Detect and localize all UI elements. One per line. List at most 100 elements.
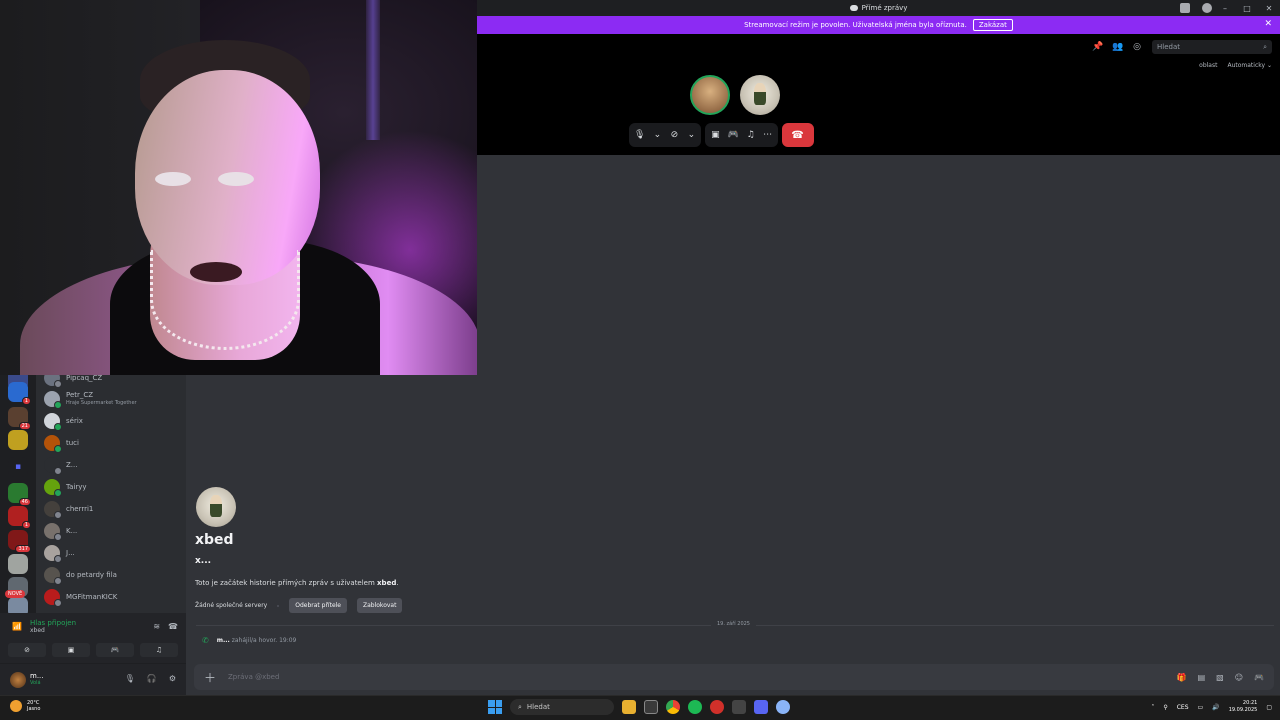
user-status: Volá [30, 680, 41, 686]
dm-item[interactable]: do petardy fila [44, 565, 184, 585]
profile-icon[interactable]: ◎ [1132, 42, 1142, 52]
taskbar-search[interactable]: ⌕ Hledat [510, 699, 614, 715]
emoji-icon[interactable]: ☺ [1235, 673, 1243, 682]
app-icon[interactable] [732, 700, 746, 714]
more-icon[interactable]: ⋯ [763, 130, 773, 140]
file-explorer-icon[interactable] [622, 700, 636, 714]
screen-share-icon[interactable]: ▣ [710, 130, 720, 140]
search-input[interactable]: Hledat ⌕ [1152, 40, 1272, 54]
gif-icon[interactable]: ▤ [1198, 673, 1206, 682]
server-icon[interactable] [8, 554, 28, 574]
voice-panel: 📶 Hlas připojen xbed ≋ ☎ ⊘ ▣ 🎮 ♫ [0, 613, 186, 663]
new-badge: NOVÉ [5, 590, 26, 598]
gear-icon[interactable]: ⚙ [169, 674, 176, 683]
discord-logo-icon [849, 5, 858, 11]
camera-button[interactable]: ⊘ [8, 643, 46, 657]
message-input[interactable]: ＋ Zpráva @xbed 🎁 ▤ ▧ ☺ 🎮 [194, 664, 1274, 690]
dm-item[interactable]: MGFitmanKICK [44, 587, 184, 607]
maximize-button[interactable]: □ [1236, 4, 1258, 13]
phone-icon: ✆ [202, 636, 209, 645]
avatar [44, 523, 62, 541]
server-icon[interactable] [8, 430, 28, 450]
network-icon[interactable]: ⚲ [1163, 704, 1167, 711]
no-mutual-servers[interactable]: Žádné společné servery [195, 602, 267, 609]
chevron-down-icon[interactable]: ⌄ [686, 130, 696, 140]
search-icon: ⌕ [518, 702, 522, 711]
noise-suppression-icon[interactable]: ≋ [153, 622, 160, 631]
webcam-overlay [0, 0, 477, 375]
inbox-icon[interactable] [1180, 3, 1190, 13]
notifications-icon[interactable]: ▢ [1266, 704, 1272, 711]
add-attachment-icon[interactable]: ＋ [204, 669, 216, 686]
participant-avatar[interactable] [740, 75, 780, 115]
call-area: 📌 👥 ◎ Hledat ⌕ oblast Automaticky ⌄ 🎙 ⌄ ⊘… [477, 34, 1280, 155]
spotify-icon[interactable] [688, 700, 702, 714]
clock[interactable]: 20:21 19.09.2025 [1229, 700, 1258, 714]
gift-icon[interactable]: 🎁 [1177, 673, 1187, 682]
avatar [44, 479, 62, 497]
settings-icon[interactable] [776, 700, 790, 714]
server-icon[interactable]: 46 [8, 483, 31, 506]
avatar [44, 391, 62, 409]
dm-item[interactable]: tuci [44, 433, 184, 453]
close-banner-icon[interactable]: ✕ [1264, 19, 1272, 29]
server-icon[interactable]: 317 [8, 530, 31, 553]
activity-icon[interactable]: 🎮 [727, 130, 738, 140]
call-message: ✆ m... zahájil/a hovor. 19:09 [202, 636, 297, 645]
dm-item[interactable]: sérix [44, 411, 184, 431]
folder-icon[interactable]: ▪ [8, 457, 28, 477]
server-icon[interactable]: 21 [8, 407, 31, 430]
camera-off-icon[interactable]: ⊘ [669, 130, 679, 140]
apps-icon[interactable]: 🎮 [1254, 673, 1264, 682]
region-selector[interactable]: oblast Automaticky ⌄ [1199, 62, 1272, 69]
remove-friend-button[interactable]: Odebrat přítele [289, 598, 347, 613]
chrome-icon[interactable] [666, 700, 680, 714]
monitor-icon[interactable]: ▭ [1198, 704, 1204, 711]
soundboard-button[interactable]: ♫ [140, 643, 178, 657]
dm-item[interactable]: Tairyy [44, 477, 184, 497]
start-button[interactable] [488, 700, 502, 714]
chat-display-name: xbed [195, 532, 234, 548]
app-icon[interactable] [644, 700, 658, 714]
disable-streamer-mode-button[interactable]: Zakázat [972, 19, 1013, 31]
taskbar: 20°C Jasno ⌕ Hledat ˄ ⚲ CES ▭ 🔊 20:21 19.09… [0, 695, 1280, 720]
avatar [44, 413, 62, 431]
block-button[interactable]: Zablokovat [357, 598, 403, 613]
obs-icon[interactable] [710, 700, 724, 714]
discord-icon[interactable] [754, 700, 768, 714]
dm-item[interactable]: Petr_CZ Hraje Supermarket Together [44, 389, 184, 409]
disconnect-icon[interactable]: ☎ [168, 622, 178, 631]
avatar[interactable] [10, 672, 26, 688]
add-friend-icon[interactable]: 👥 [1112, 42, 1123, 52]
language-indicator[interactable]: CES [1177, 704, 1189, 711]
dm-item[interactable]: K... [44, 521, 184, 541]
dm-item[interactable]: Z... [44, 455, 184, 475]
server-icon[interactable]: 1 [8, 506, 31, 529]
volume-icon[interactable]: 🔊 [1212, 704, 1219, 711]
help-icon[interactable] [1202, 3, 1212, 13]
avatar [44, 457, 62, 475]
microphone-icon[interactable]: 🎙 [125, 674, 135, 683]
chevron-up-icon[interactable]: ˄ [1151, 704, 1154, 711]
chat-username: x... [195, 556, 212, 566]
chevron-down-icon[interactable]: ⌄ [652, 130, 662, 140]
pin-icon[interactable]: 📌 [1092, 42, 1103, 52]
participant-avatar[interactable] [690, 75, 730, 115]
headphones-icon[interactable]: 🎧 [147, 674, 157, 683]
dm-item[interactable]: J... [44, 543, 184, 563]
screen-share-button[interactable]: ▣ [52, 643, 90, 657]
user-name[interactable]: m... [30, 672, 44, 680]
banner-message: Streamovací režim je povolen. Uživatelsk… [744, 21, 967, 29]
dm-item[interactable]: cherrri1 [44, 499, 184, 519]
close-window-button[interactable]: ✕ [1258, 4, 1280, 13]
sticker-icon[interactable]: ▧ [1216, 673, 1224, 682]
activity-button[interactable]: 🎮 [96, 643, 134, 657]
signal-icon[interactable]: 📶 [12, 622, 22, 631]
server-icon[interactable]: 1 [8, 382, 31, 405]
microphone-icon[interactable]: 🎙 [634, 130, 645, 140]
minimize-button[interactable]: – [1214, 4, 1236, 13]
weather-widget[interactable]: 20°C Jasno [10, 700, 40, 712]
soundboard-icon[interactable]: ♫ [746, 130, 756, 140]
avatar[interactable] [196, 487, 236, 527]
hang-up-button[interactable]: ☎ [781, 123, 814, 147]
